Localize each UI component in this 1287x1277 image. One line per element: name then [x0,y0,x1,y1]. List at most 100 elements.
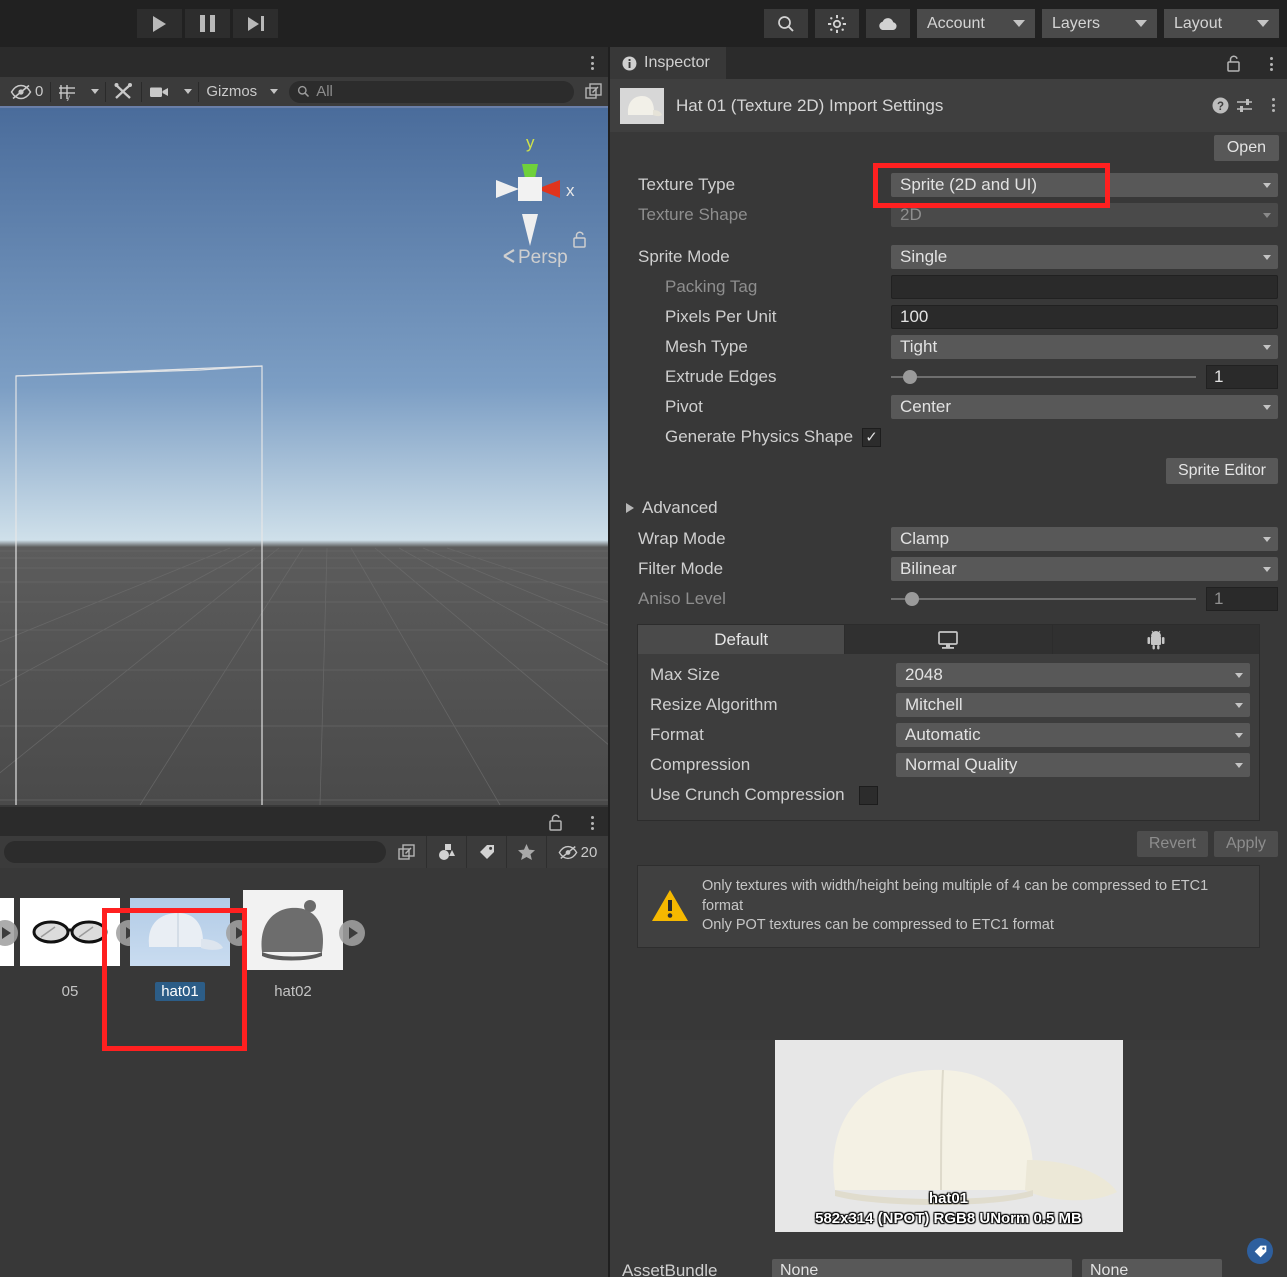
scene-grid-dropdown[interactable] [85,80,105,104]
layers-dropdown[interactable]: Layers [1042,9,1157,38]
pause-button[interactable] [185,9,230,38]
step-button[interactable] [233,9,278,38]
project-favorites-button[interactable] [506,836,546,868]
open-row: Open [610,132,1287,164]
scene-tools-button[interactable] [106,80,141,104]
project-label-filter-button[interactable] [466,836,506,868]
layout-dropdown[interactable]: Layout [1164,9,1279,38]
unlock-icon [573,231,586,248]
tab-default-platform[interactable]: Default [638,625,846,654]
project-asset-grid[interactable]: 05 hat01 hat02 [0,868,608,1277]
scene-orientation-gizmo[interactable]: y x Persp [474,126,594,276]
max-size-dropdown[interactable]: 2048 [896,663,1250,687]
toolbar-right-group: Account Layers Layout [764,9,1279,38]
tools-icon [114,83,133,99]
inspector-object-kebab[interactable] [1272,98,1275,112]
scene-gizmos-button[interactable]: Gizmos [199,80,264,104]
play-button[interactable] [137,9,182,38]
format-dropdown[interactable]: Automatic [896,723,1250,747]
asset-expand-arrow[interactable] [339,920,365,946]
inspector-menu-kebab[interactable] [1270,57,1273,71]
tab-standalone-platform[interactable] [845,625,1053,654]
compression-dropdown[interactable]: Normal Quality [896,753,1250,777]
sprite-mode-dropdown[interactable]: Single [891,245,1278,269]
property-label: Aniso Level [638,589,726,608]
sprite-editor-button[interactable]: Sprite Editor [1165,458,1278,484]
list-item[interactable]: hat02 [233,890,365,1001]
popout-icon [397,843,415,860]
property-label: Packing Tag [665,277,758,296]
scene-camera-button[interactable] [142,80,178,104]
property-label: Mesh Type [665,337,748,356]
pivot-dropdown[interactable]: Center [891,395,1278,419]
scene-visibility-toggle[interactable]: 0 [3,80,50,104]
popout-icon [585,83,602,99]
texture-type-dropdown[interactable]: Sprite (2D and UI) [891,173,1278,197]
property-row-wrap-mode: Wrap Mode Clamp [610,524,1287,554]
help-button[interactable]: ? [1212,97,1229,119]
inspector-lock-toggle[interactable] [1226,54,1242,77]
account-dropdown[interactable]: Account [917,9,1035,38]
apply-button[interactable]: Apply [1213,831,1278,857]
extrude-edges-value[interactable]: 1 [1206,365,1278,389]
scene-menu-kebab[interactable] [591,56,594,70]
project-visibility-toggle[interactable]: 20 [546,836,608,868]
extrude-edges-slider[interactable] [891,367,1196,387]
property-label: Compression [650,755,751,774]
project-lock-toggle[interactable] [548,813,564,836]
warning-box: Only textures with width/height being mu… [637,865,1260,948]
scene-camera-dropdown[interactable] [178,80,198,104]
property-row-mesh-type: Mesh Type Tight [610,332,1287,362]
chevron-right-icon [626,503,634,513]
services-button[interactable] [815,9,859,38]
scene-gizmo-lock-icon[interactable] [572,230,588,253]
preview-caption-name: hat01 [928,1190,969,1207]
texture-shape-dropdown: 2D [891,203,1278,227]
mesh-type-dropdown[interactable]: Tight [891,335,1278,359]
tag-icon [479,845,494,859]
list-item[interactable]: hat01 [120,898,252,1001]
scene-search-box[interactable] [289,80,574,103]
slider-knob[interactable] [903,370,918,384]
project-search-popout-button[interactable] [386,836,426,868]
scene-search-popout-button[interactable] [579,80,608,104]
scene-gizmos-dropdown[interactable] [264,80,284,104]
pixels-per-unit-input[interactable]: 100 [891,305,1278,329]
property-label: Sprite Mode [638,247,730,266]
assetbundle-dropdown[interactable]: None [772,1259,1072,1277]
revert-button[interactable]: Revert [1136,831,1208,857]
gizmo-projection-label: Persp [518,247,568,268]
packing-tag-input[interactable] [891,275,1278,299]
resize-algorithm-dropdown[interactable]: Mitchell [896,693,1250,717]
inspector-object-header: Hat 01 (Texture 2D) Import Settings ? [610,79,1287,132]
property-label: Max Size [650,665,720,684]
use-crunch-compression-checkbox[interactable] [858,785,878,805]
list-item[interactable]: 05 [10,898,142,1001]
assetbundle-strip: AssetBundle None None [610,1232,1287,1277]
page-title: Hat 01 (Texture 2D) Import Settings [676,95,944,115]
scene-viewport[interactable]: y x Persp [0,108,608,805]
tab-android-platform[interactable] [1053,625,1259,654]
scene-search-input[interactable] [316,83,566,100]
tab-inspector[interactable]: Inspector [610,47,726,79]
search-button[interactable] [764,9,808,38]
eye-off-icon [558,845,578,859]
scene-grid-snap-toggle[interactable]: y [51,80,85,104]
asset-label: 05 [61,983,79,1000]
collab-button[interactable] [866,9,910,38]
filter-mode-dropdown[interactable]: Bilinear [891,557,1278,581]
project-type-filter-button[interactable] [426,836,466,868]
preset-button[interactable] [1236,97,1253,119]
property-row-extrude-edges: Extrude Edges 1 [610,362,1287,392]
advanced-foldout[interactable]: Advanced [610,492,1287,524]
project-search-input[interactable] [12,844,378,860]
open-button[interactable]: Open [1213,135,1279,161]
project-menu-kebab[interactable] [591,816,594,830]
assetbundle-variant-dropdown[interactable]: None [1082,1259,1222,1277]
property-row-pivot: Pivot Center [610,392,1287,422]
property-row-sprite-mode: Sprite Mode Single [610,242,1287,272]
wrap-mode-dropdown[interactable]: Clamp [891,527,1278,551]
checkmark-icon: ✓ [865,428,878,446]
project-search-box[interactable] [4,841,386,863]
generate-physics-shape-checkbox[interactable]: ✓ [862,427,882,447]
